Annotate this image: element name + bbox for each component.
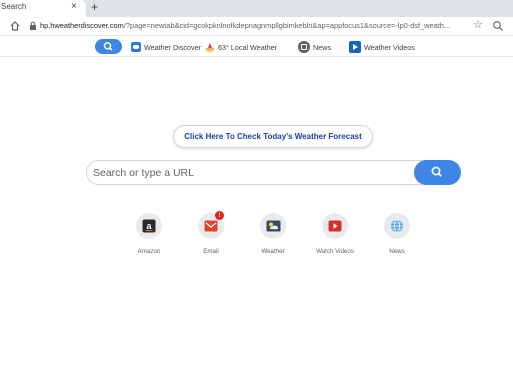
search-icon (431, 166, 442, 177)
search-box (86, 160, 461, 185)
browser-toolbar: hp.hweatherdiscover.com/?page=newtab&cid… (0, 17, 513, 36)
extension-bar: Weather Discover 63° Local Weather News … (0, 37, 513, 57)
address-bar[interactable]: hp.hweatherdiscover.com/?page=newtab&cid… (40, 21, 468, 30)
local-weather-icon (205, 42, 215, 52)
amazon-icon: a (136, 213, 162, 239)
tile-label: Weather (261, 248, 285, 255)
ext-news[interactable]: News (298, 40, 331, 54)
bookmark-star-icon[interactable]: ☆ (473, 19, 483, 32)
shortcut-tiles: a Amazon ! Email Weather Watch Videos Ne… (0, 211, 513, 263)
ext-label: 63° Local Weather (218, 42, 278, 52)
weather-icon (260, 213, 286, 239)
weather-videos-icon (349, 41, 361, 53)
ext-search-button[interactable] (95, 39, 122, 54)
tile-email[interactable]: ! Email (183, 211, 239, 261)
browser-tab[interactable]: Search × (0, 0, 86, 17)
ext-local-weather[interactable]: 63° Local Weather (205, 40, 277, 54)
tile-news[interactable]: News (369, 213, 425, 261)
tile-label: Email (203, 248, 219, 255)
url-path: /?page=newtab&cid=gcokpknlnofkdepnagnmpl… (123, 21, 451, 30)
tile-amazon[interactable]: a Amazon (121, 213, 177, 261)
tile-watch-videos[interactable]: Watch Videos (307, 213, 363, 261)
new-tab-button[interactable]: + (91, 0, 98, 14)
weather-forecast-cta-button[interactable]: Click Here To Check Today's Weather Fore… (173, 125, 373, 148)
lock-icon[interactable] (29, 21, 37, 31)
search-button[interactable] (414, 160, 461, 185)
ext-label: Weather Videos (364, 42, 415, 52)
tab-strip: Search × + (0, 0, 513, 17)
search-input[interactable] (93, 164, 411, 182)
tile-label: Watch Videos (316, 248, 354, 255)
zoom-icon[interactable] (492, 20, 504, 32)
home-icon[interactable] (9, 20, 21, 32)
watch-videos-icon (322, 213, 348, 239)
ext-weather-discover[interactable]: Weather Discover (131, 40, 201, 54)
search-icon (103, 42, 113, 51)
tab-title: Search (1, 2, 27, 11)
weather-discover-icon (131, 42, 141, 52)
ext-weather-videos[interactable]: Weather Videos (349, 40, 415, 54)
ext-label: Weather Discover (144, 42, 201, 52)
tile-label: Amazon (137, 248, 161, 255)
tile-label: News (389, 248, 405, 255)
tile-weather[interactable]: Weather (245, 213, 301, 261)
news-icon (298, 41, 310, 53)
url-host: hp.hweatherdiscover.com (40, 21, 124, 30)
tab-close-icon[interactable]: × (71, 1, 77, 13)
ext-label: News (313, 42, 331, 52)
news-globe-icon (384, 213, 410, 239)
notification-badge: ! (215, 211, 224, 220)
